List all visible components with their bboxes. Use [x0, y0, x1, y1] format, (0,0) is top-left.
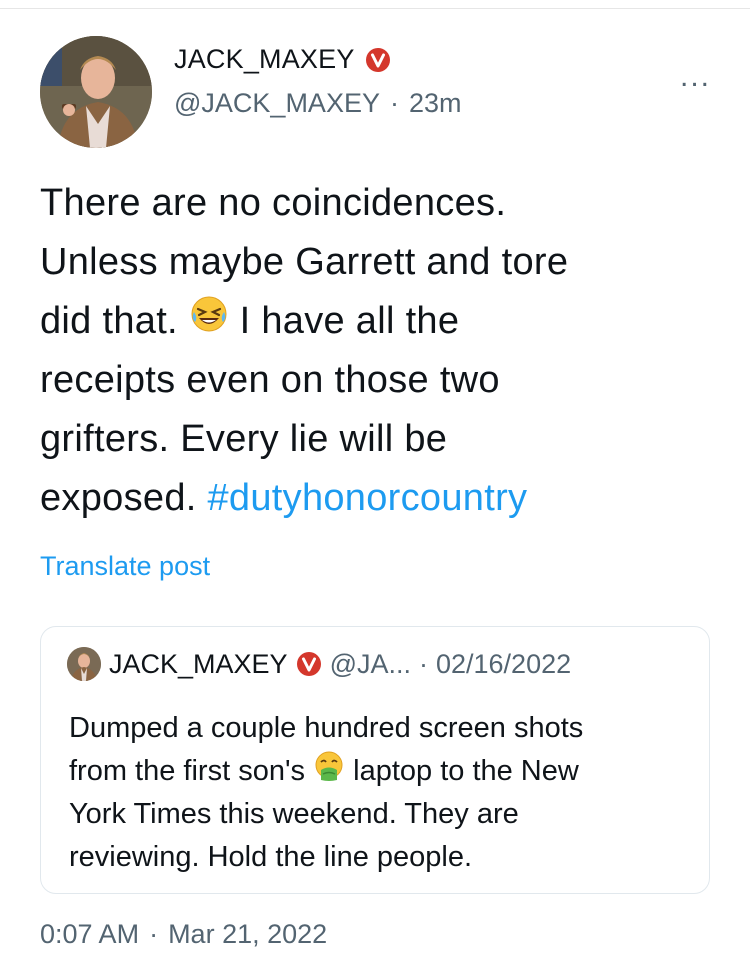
quoted-post-text: Dumped a couple hundred screen shots fro… [69, 707, 699, 879]
post-date: Mar 21, 2022 [168, 919, 328, 949]
tweet-line-part: exposed. [40, 477, 208, 519]
tweet-line: grifters. Every lie will be [40, 418, 448, 460]
tweet-line: did that. I have all the [40, 292, 720, 351]
author-name[interactable]: JACK_MAXEY [174, 44, 355, 75]
tweet-line: receipts even on those two [40, 359, 500, 401]
author-handle[interactable]: @JACK_MAXEY [174, 88, 380, 119]
translate-post-link[interactable]: Translate post [40, 551, 210, 582]
rolling-laughing-emoji-icon [189, 293, 229, 352]
quoted-line: reviewing. Hold the line people. [69, 841, 473, 873]
tweet-line-part: did that. [40, 300, 189, 342]
author-handle-row: @JACK_MAXEY · 23m [174, 88, 462, 119]
tweet-line-part: I have all the [239, 300, 460, 342]
tweet-line: exposed. #dutyhonorcountry [40, 469, 720, 528]
tweet-text: There are no coincidences. Unless maybe … [40, 174, 720, 528]
post-time: 0:07 AM [40, 919, 140, 949]
quoted-line: Dumped a couple hundred screen shots [69, 712, 584, 744]
hashtag-link[interactable]: #dutyhonorcountry [207, 477, 527, 519]
more-options-icon[interactable]: ... [680, 60, 711, 94]
quoted-line: from the first son's laptop to the New [69, 750, 699, 793]
quoted-post-card[interactable]: JACK_MAXEY @JA... · 02/16/2022 Dumped a … [40, 626, 710, 894]
quoted-author-avatar [67, 647, 101, 681]
quoted-verified-badge-icon [296, 651, 322, 677]
nauseated-face-emoji-icon [313, 750, 345, 795]
quoted-line-part: from the first son's [69, 755, 314, 788]
quoted-post-header: JACK_MAXEY @JA... · 02/16/2022 [67, 647, 571, 681]
author-name-row[interactable]: JACK_MAXEY [174, 44, 391, 75]
tweet-line: Unless maybe Garrett and tore [40, 241, 569, 283]
timestamp-separator: · [149, 919, 159, 949]
quoted-author-handle: @JA... [329, 648, 411, 679]
post-timestamp[interactable]: 0:07 AM · Mar 21, 2022 [40, 919, 327, 950]
quoted-author-name: JACK_MAXEY [109, 648, 288, 679]
tweet-line: There are no coincidences. [40, 182, 507, 224]
quoted-line: York Times this weekend. They are [69, 798, 519, 830]
quoted-line-part: laptop to the New [353, 755, 579, 788]
author-avatar[interactable] [40, 36, 152, 148]
post-age[interactable]: 23m [409, 88, 462, 119]
quoted-post-date: 02/16/2022 [435, 648, 572, 679]
avatar-photo [40, 36, 152, 148]
top-divider [0, 8, 750, 9]
quoted-meta-separator: · [418, 648, 428, 679]
verified-badge-icon [365, 47, 391, 73]
meta-separator: · [389, 88, 399, 118]
